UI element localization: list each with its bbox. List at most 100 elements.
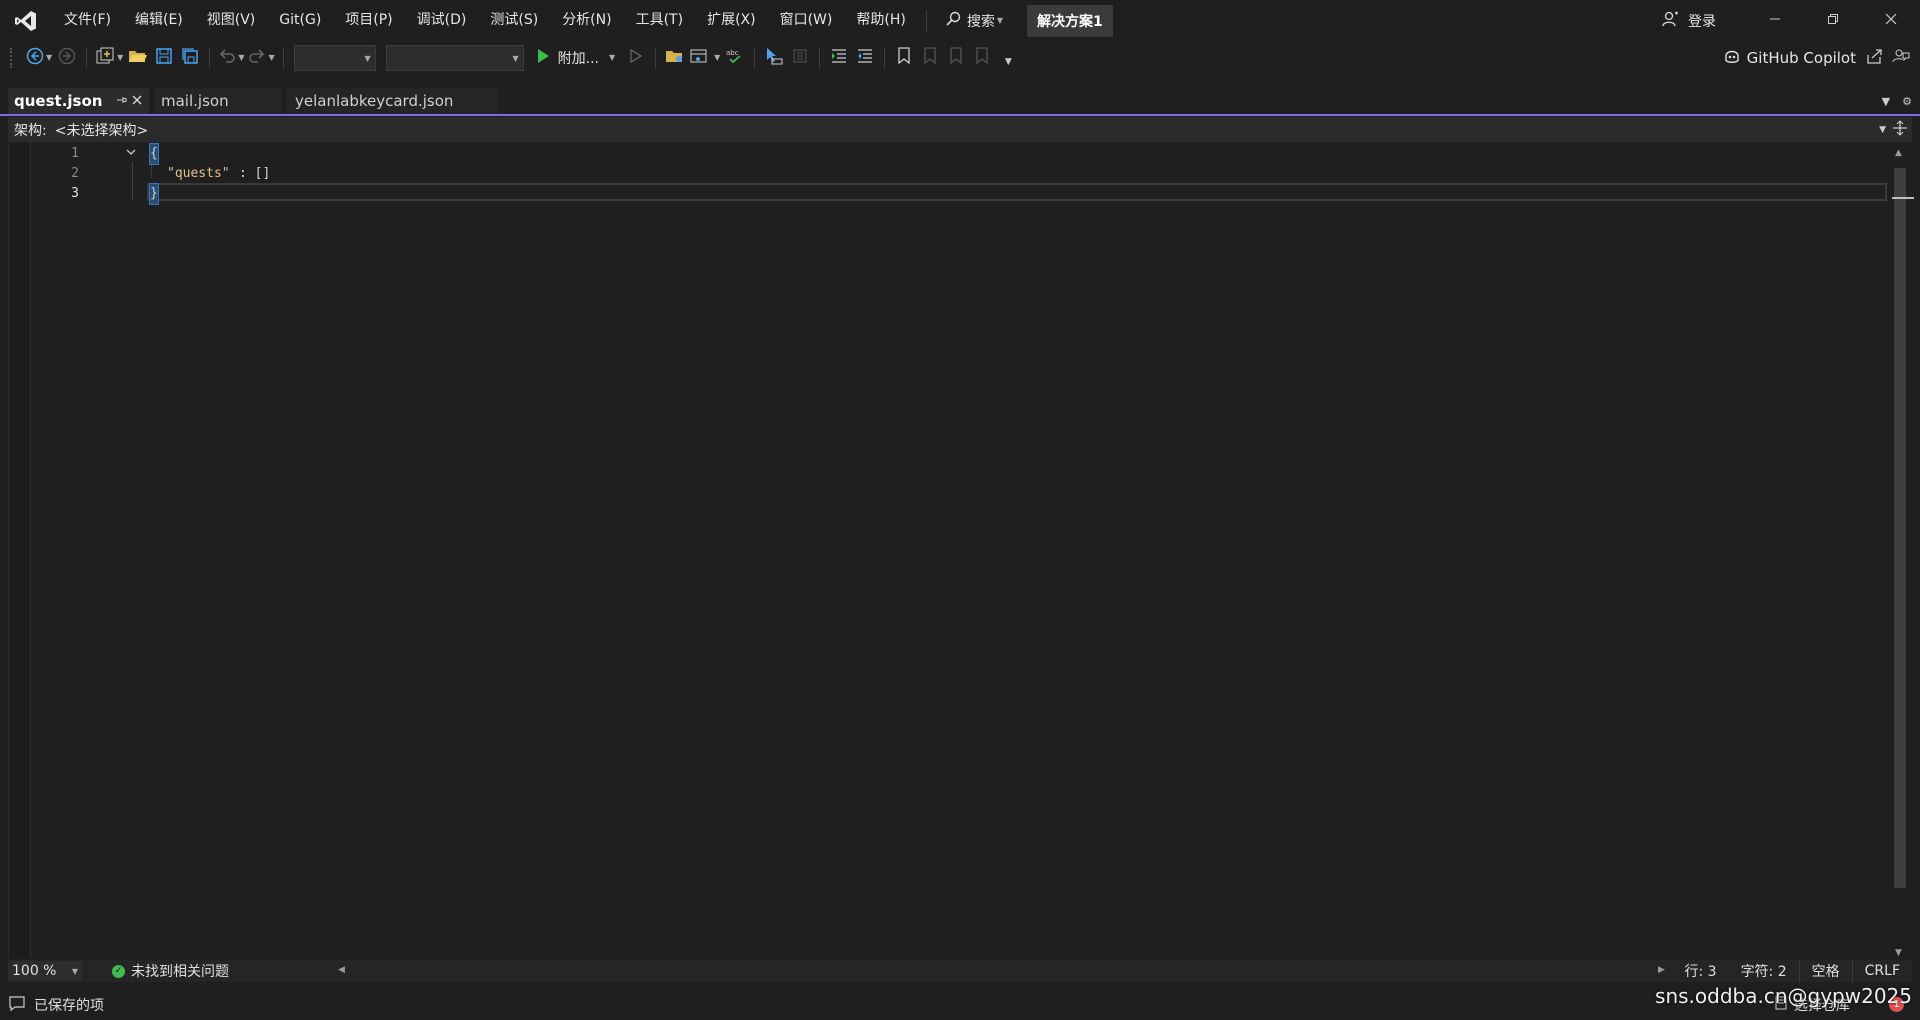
toolbar-divider	[884, 47, 886, 68]
code-text: }	[149, 183, 159, 205]
code-line[interactable]: 2 "quests" : []	[9, 164, 1889, 184]
char-indicator[interactable]: 字符: 2	[1729, 961, 1799, 981]
previous-bookmark-button[interactable]	[919, 45, 941, 71]
outdent-icon	[856, 47, 874, 69]
github-copilot-button[interactable]: GitHub Copilot	[1723, 41, 1856, 74]
line-number: 3	[71, 186, 79, 201]
live-share-button[interactable]	[1866, 41, 1884, 74]
toggle-bookmark-button[interactable]	[893, 45, 915, 71]
vertical-scrollbar[interactable]: ▲ ▼	[1892, 146, 1914, 958]
toolbar-divider	[209, 47, 211, 68]
code-editor[interactable]: 1 { 2 "quests" : [] 3 }	[8, 142, 1892, 958]
play-outline-icon	[629, 48, 643, 68]
menu-edit[interactable]: 编辑(E)	[123, 0, 195, 41]
tab-mail-json[interactable]: mail.json	[155, 88, 281, 114]
scrollbar-thumb[interactable]	[1894, 168, 1906, 888]
menu-project[interactable]: 项目(P)	[333, 0, 404, 41]
saved-items-indicator[interactable]: 已保存的项	[8, 994, 104, 1016]
zoom-select[interactable]: 100 % ▼	[8, 961, 82, 981]
menu-window[interactable]: 窗口(W)	[768, 0, 845, 41]
toolbar-overflow-button[interactable]: ▼	[997, 45, 1019, 71]
window-layout-button[interactable]: ▼	[690, 45, 720, 71]
feedback-button[interactable]	[1892, 41, 1910, 74]
indent-button[interactable]	[828, 45, 850, 71]
visual-studio-logo-icon[interactable]	[0, 0, 52, 41]
close-window-button[interactable]	[1862, 0, 1920, 41]
spell-check-button[interactable]: abc	[724, 45, 746, 71]
login-button[interactable]: 登录	[1662, 10, 1716, 32]
menu-divider	[925, 9, 927, 32]
outdent-button[interactable]	[854, 45, 876, 71]
search-button[interactable]: 搜索 ▼	[935, 0, 1013, 41]
split-editor-icon[interactable]	[1892, 120, 1908, 140]
start-without-debugging-button[interactable]	[625, 45, 647, 71]
title-bar: 文件(F) 编辑(E) 视图(V) Git(G) 项目(P) 调试(D) 测试(…	[0, 0, 1920, 41]
save-button[interactable]	[153, 45, 175, 71]
open-folder-button[interactable]	[664, 45, 686, 71]
whitespace-indicator[interactable]: 空格	[1800, 961, 1852, 981]
solution-configuration-select[interactable]: ▼	[293, 44, 376, 71]
line-indicator[interactable]: 行: 3	[1672, 961, 1728, 981]
active-tab-accent-line	[0, 114, 1920, 116]
navigate-back-button[interactable]: ▼	[26, 45, 52, 71]
menu-help[interactable]: 帮助(H)	[844, 0, 917, 41]
spell-check-icon: abc	[725, 47, 745, 69]
document-tab-strip: quest.json mail.json yelanlabkeycard.jso…	[0, 88, 1920, 116]
select-element-button[interactable]	[763, 45, 785, 71]
back-arrow-icon	[26, 47, 44, 69]
redo-button[interactable]: ▼	[248, 45, 275, 71]
chevron-down-icon: ▼	[71, 967, 78, 976]
close-tab-icon[interactable]	[131, 92, 143, 110]
menu-test[interactable]: 测试(S)	[478, 0, 550, 41]
undo-button[interactable]: ▼	[218, 45, 244, 71]
toolbar-grip[interactable]	[10, 47, 16, 68]
gear-icon[interactable]: ⚙	[1902, 95, 1912, 108]
cursor-position-info: 行: 3 字符: 2 空格 CRLF	[1672, 960, 1912, 982]
open-file-button[interactable]	[127, 45, 149, 71]
solution-platform-select[interactable]: ▼	[385, 44, 524, 71]
schema-label: 架构:	[14, 122, 47, 139]
chevron-down-icon[interactable]: ▼	[1879, 125, 1886, 135]
run-label: 附加...	[557, 50, 599, 67]
scroll-left-icon[interactable]: ◀	[338, 965, 345, 975]
code-line[interactable]: 1 {	[9, 143, 1889, 165]
minimize-icon	[1769, 13, 1781, 29]
hot-reload-button[interactable]	[789, 45, 811, 71]
code-line[interactable]: 3 }	[9, 183, 1889, 205]
new-project-icon	[95, 47, 115, 69]
pin-icon[interactable]	[115, 92, 127, 110]
restore-button[interactable]	[1804, 0, 1862, 41]
issues-label: 未找到相关问题	[131, 964, 229, 980]
minimize-button[interactable]	[1746, 0, 1804, 41]
scroll-right-icon[interactable]: ▶	[1658, 965, 1665, 975]
line-ending-indicator[interactable]: CRLF	[1853, 963, 1912, 979]
menu-view[interactable]: 视图(V)	[195, 0, 268, 41]
schema-select[interactable]: <未选择架构>	[55, 120, 148, 140]
tab-list-dropdown-icon[interactable]: ▼	[1882, 95, 1890, 108]
new-project-button[interactable]: ▼	[95, 45, 123, 71]
indicator-margin	[9, 142, 31, 958]
menu-tools[interactable]: 工具(T)	[624, 0, 695, 41]
copilot-label: GitHub Copilot	[1746, 48, 1856, 67]
collapse-chevron-icon[interactable]	[125, 146, 137, 161]
clear-bookmarks-button[interactable]	[971, 45, 993, 71]
save-all-button[interactable]	[179, 45, 201, 71]
menu-git[interactable]: Git(G)	[267, 0, 333, 41]
tab-quest-json[interactable]: quest.json	[8, 88, 149, 116]
menu-file[interactable]: 文件(F)	[52, 0, 123, 41]
tab-yelanlabkeycard-json[interactable]: yelanlabkeycard.json	[287, 88, 499, 114]
navigate-forward-button[interactable]	[56, 45, 78, 71]
tab-label: quest.json	[14, 92, 103, 110]
menu-analyze[interactable]: 分析(N)	[550, 0, 623, 41]
next-bookmark-button[interactable]	[945, 45, 967, 71]
login-label: 登录	[1688, 13, 1716, 30]
scroll-up-icon[interactable]: ▲	[1895, 148, 1902, 158]
attach-run-button[interactable]: 附加... ▼	[536, 48, 615, 68]
comment-icon	[8, 994, 26, 1016]
scroll-down-icon[interactable]: ▼	[1895, 948, 1902, 958]
issues-indicator[interactable]: ✓ 未找到相关问题	[112, 961, 229, 981]
overflow-chevron-icon: ▼	[1004, 56, 1012, 67]
toolbar-divider	[655, 47, 657, 68]
menu-debug[interactable]: 调试(D)	[405, 0, 479, 41]
menu-extensions[interactable]: 扩展(X)	[695, 0, 768, 41]
